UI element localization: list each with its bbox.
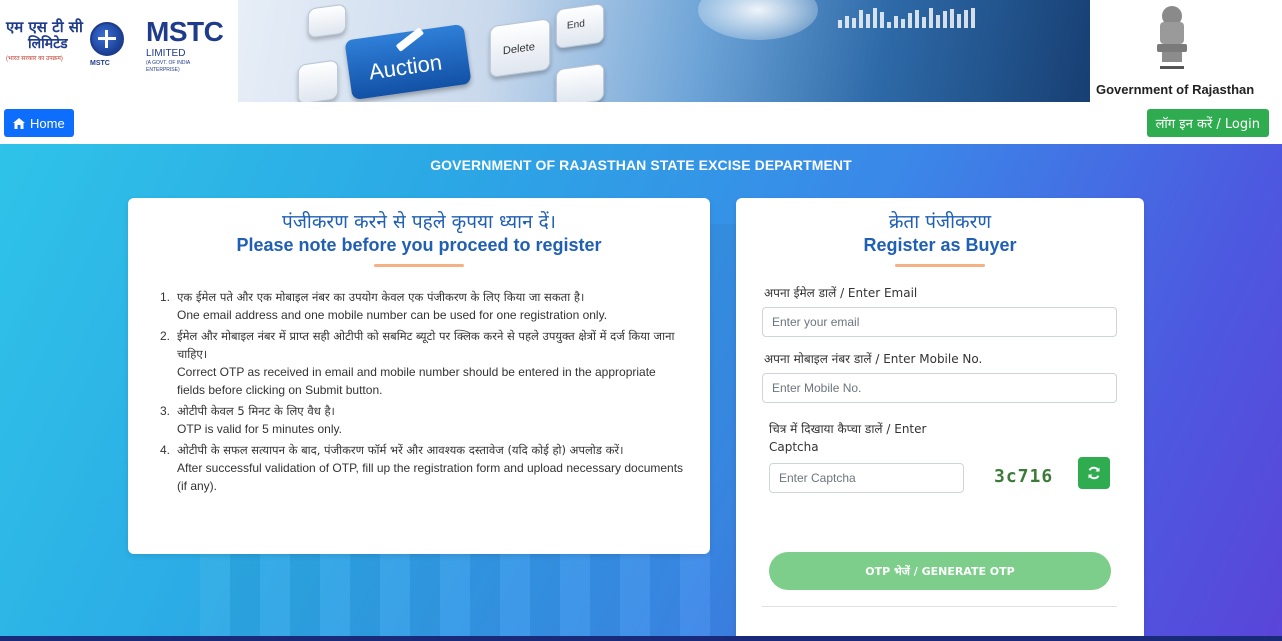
home-button-label: Home xyxy=(30,115,65,131)
notes-list: 1. एक ईमेल पते और एक मोबाइल नंबर का उपयो… xyxy=(160,288,684,498)
nav-bar: Home लॉग इन करें / Login xyxy=(0,104,1282,144)
page-title: GOVERNMENT OF RAJASTHAN STATE EXCISE DEP… xyxy=(430,157,852,173)
main-section: GOVERNMENT OF RAJASTHAN STATE EXCISE DEP… xyxy=(0,144,1282,641)
list-item-english: After successful validation of OTP, fill… xyxy=(177,461,684,493)
government-logo: Government of Rajasthan xyxy=(1092,0,1282,102)
notes-title-english: Please note before you proceed to regist… xyxy=(236,235,602,255)
home-icon xyxy=(13,117,25,129)
mstc-logo-english: MSTC LIMITED (A GOVT. OF INDIA ENTERPRIS… xyxy=(146,18,224,74)
refresh-icon xyxy=(1088,466,1100,480)
logo-hindi-line3: (भारत सरकार का उपक्रम) xyxy=(6,56,63,62)
list-item-hindi: ओटीपी केवल 5 मिनट के लिए वैध है। xyxy=(177,404,335,418)
site-header: एम एस टी सी लिमिटेड (भारत सरकार का उपक्र… xyxy=(0,0,1282,104)
footer-strip xyxy=(0,636,1282,641)
list-item: 2. ईमेल और मोबाइल नंबर में प्राप्त सही ओ… xyxy=(160,327,684,399)
ashoka-emblem-icon xyxy=(1157,6,1187,69)
mstc-logo[interactable]: एम एस टी सी लिमिटेड (भारत सरकार का उपक्र… xyxy=(6,18,224,74)
logo-limited: LIMITED xyxy=(146,48,186,59)
list-item-english: Correct OTP as received in email and mob… xyxy=(177,365,656,397)
banner-key-auction: Auction xyxy=(367,49,444,85)
email-label: अपना ईमेल डालें / Enter Email xyxy=(764,286,918,300)
list-item-english: One email address and one mobile number … xyxy=(177,308,608,322)
refresh-captcha-button[interactable] xyxy=(1078,457,1110,489)
list-item-number: 4. xyxy=(160,443,171,457)
keyboard-key-icon xyxy=(307,3,347,39)
form-divider xyxy=(762,606,1117,607)
auction-banner: Auction Delete End xyxy=(238,0,1090,102)
registration-notes-card: पंजीकरण करने से पहले कृपया ध्यान दें। Pl… xyxy=(128,198,710,554)
mobile-input[interactable] xyxy=(762,373,1117,403)
keyboard-key-icon xyxy=(555,62,605,102)
banner-key-end: End xyxy=(566,18,585,32)
captcha-input[interactable] xyxy=(769,463,964,493)
list-item: 3. ओटीपी केवल 5 मिनट के लिए वैध है। OTP … xyxy=(160,402,684,438)
register-title-english: Register as Buyer xyxy=(863,235,1017,255)
list-item: 4. ओटीपी के सफल सत्यापन के बाद, पंजीकरण … xyxy=(160,441,684,495)
banner-key-delete: Delete xyxy=(502,40,535,58)
gov-title: Government of Rajasthan xyxy=(1096,82,1255,97)
generate-otp-button[interactable]: OTP भेजें / GENERATE OTP xyxy=(769,552,1111,590)
list-item-hindi: एक ईमेल पते और एक मोबाइल नंबर का उपयोग क… xyxy=(177,290,585,304)
title-underline xyxy=(374,264,464,267)
mstc-logo-hindi: एम एस टी सी लिमिटेड (भारत सरकार का उपक्र… xyxy=(6,18,88,72)
logo-hindi-line2: लिमिटेड xyxy=(28,36,68,52)
list-item-number: 2. xyxy=(160,329,171,343)
list-item: 1. एक ईमेल पते और एक मोबाइल नंबर का उपयो… xyxy=(160,288,684,324)
list-item-hindi: ईमेल और मोबाइल नंबर में प्राप्त सही ओटीप… xyxy=(177,329,675,361)
email-input[interactable] xyxy=(762,307,1117,337)
banner-bar-graphic xyxy=(838,6,1038,28)
register-title-hindi: क्रेता पंजीकरण xyxy=(888,211,992,233)
home-button[interactable]: Home xyxy=(4,109,74,137)
list-item-english: OTP is valid for 5 minutes only. xyxy=(177,422,342,436)
login-button-label: लॉग इन करें / Login xyxy=(1155,117,1260,132)
login-button[interactable]: लॉग इन करें / Login xyxy=(1146,109,1269,137)
captcha-image: 3c716 xyxy=(994,466,1054,487)
gavel-icon xyxy=(395,27,425,52)
list-item-hindi: ओटीपी के सफल सत्यापन के बाद, पंजीकरण फॉर… xyxy=(177,443,624,457)
register-buyer-card: क्रेता पंजीकरण Register as Buyer अपना ईम… xyxy=(736,198,1144,641)
logo-hindi-line1: एम एस टी सी xyxy=(6,18,83,36)
end-key-icon: End xyxy=(555,2,605,50)
globe-icon xyxy=(90,22,124,56)
logo-tagline: (A GOVT. OF INDIA ENTERPRISE) xyxy=(146,60,190,73)
title-underline xyxy=(895,264,985,267)
mobile-label: अपना मोबाइल नंबर डालें / Enter Mobile No… xyxy=(764,352,983,366)
list-item-number: 3. xyxy=(160,404,171,418)
auction-key-icon: Auction xyxy=(344,23,472,101)
captcha-label: चित्र में दिखाया कैप्चा डालें / Enter Ca… xyxy=(769,422,927,454)
notes-title-hindi: पंजीकरण करने से पहले कृपया ध्यान दें। xyxy=(282,211,556,233)
globe-label: MSTC xyxy=(90,60,110,67)
logo-brand: MSTC xyxy=(146,16,224,47)
keyboard-key-icon xyxy=(297,59,339,102)
banner-glow xyxy=(698,0,818,40)
list-item-number: 1. xyxy=(160,290,171,304)
delete-key-icon: Delete xyxy=(489,18,551,78)
